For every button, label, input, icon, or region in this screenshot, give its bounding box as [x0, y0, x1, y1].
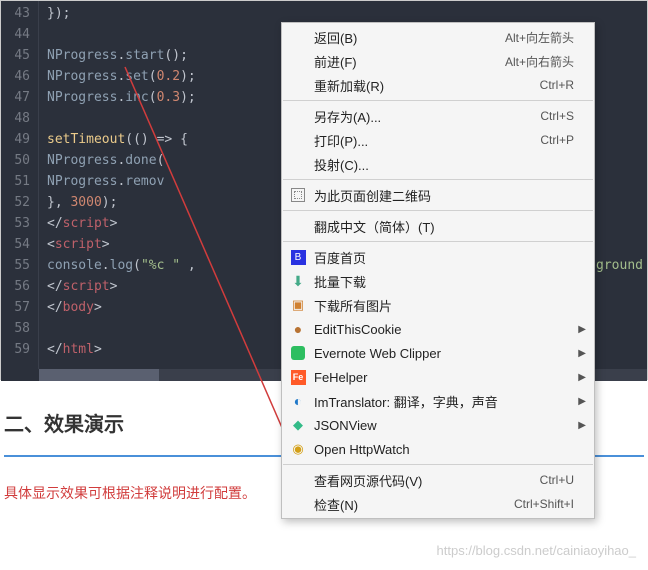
translator-icon: ◐ — [290, 393, 306, 409]
line-gutter: 4344454647484950515253545556575859 — [1, 1, 39, 369]
menu-inspect[interactable]: 检查(N)Ctrl+Shift+I — [282, 492, 594, 516]
menu-forward[interactable]: 前进(F)Alt+向右箭头 — [282, 49, 594, 73]
menu-separator — [283, 464, 593, 465]
chevron-right-icon: ▶ — [578, 324, 586, 335]
scrollbar-thumb[interactable] — [39, 369, 159, 381]
download-icon: ⬇ — [290, 273, 306, 289]
fehelper-icon: Fe — [290, 369, 306, 385]
context-menu: 返回(B)Alt+向左箭头 前进(F)Alt+向右箭头 重新加载(R)Ctrl+… — [281, 22, 595, 519]
menu-editthiscookie[interactable]: ●EditThisCookie▶ — [282, 317, 594, 341]
menu-evernote[interactable]: Evernote Web Clipper▶ — [282, 341, 594, 365]
menu-download-images[interactable]: ▣下载所有图片 — [282, 293, 594, 317]
menu-httpwatch[interactable]: ◉Open HttpWatch — [282, 437, 594, 461]
menu-imtranslator[interactable]: ◐ImTranslator: 翻译，字典，声音▶ — [282, 389, 594, 413]
chevron-right-icon: ▶ — [578, 420, 586, 431]
menu-baidu[interactable]: B百度首页 — [282, 245, 594, 269]
menu-create-qr[interactable]: 为此页面创建二维码 — [282, 183, 594, 207]
chevron-right-icon: ▶ — [578, 348, 586, 359]
menu-batch-download[interactable]: ⬇批量下载 — [282, 269, 594, 293]
menu-separator — [283, 210, 593, 211]
menu-translate[interactable]: 翻成中文（简体）(T) — [282, 214, 594, 238]
watermark: https://blog.csdn.net/cainiaoyihao_ — [437, 543, 636, 558]
image-icon: ▣ — [290, 297, 306, 313]
jsonview-icon: ◆ — [290, 417, 306, 433]
evernote-icon — [290, 345, 306, 361]
menu-view-source[interactable]: 查看网页源代码(V)Ctrl+U — [282, 468, 594, 492]
httpwatch-icon: ◉ — [290, 441, 306, 457]
menu-fehelper[interactable]: FeFeHelper▶ — [282, 365, 594, 389]
menu-separator — [283, 241, 593, 242]
chevron-right-icon: ▶ — [578, 372, 586, 383]
baidu-icon: B — [290, 249, 306, 265]
cookie-icon: ● — [290, 321, 306, 337]
menu-back[interactable]: 返回(B)Alt+向左箭头 — [282, 25, 594, 49]
menu-separator — [283, 179, 593, 180]
menu-separator — [283, 100, 593, 101]
menu-save-as[interactable]: 另存为(A)...Ctrl+S — [282, 104, 594, 128]
menu-jsonview[interactable]: ◆JSONView▶ — [282, 413, 594, 437]
menu-reload[interactable]: 重新加载(R)Ctrl+R — [282, 73, 594, 97]
menu-cast[interactable]: 投射(C)... — [282, 152, 594, 176]
chevron-right-icon: ▶ — [578, 396, 586, 407]
qr-icon — [290, 187, 306, 203]
menu-print[interactable]: 打印(P)...Ctrl+P — [282, 128, 594, 152]
